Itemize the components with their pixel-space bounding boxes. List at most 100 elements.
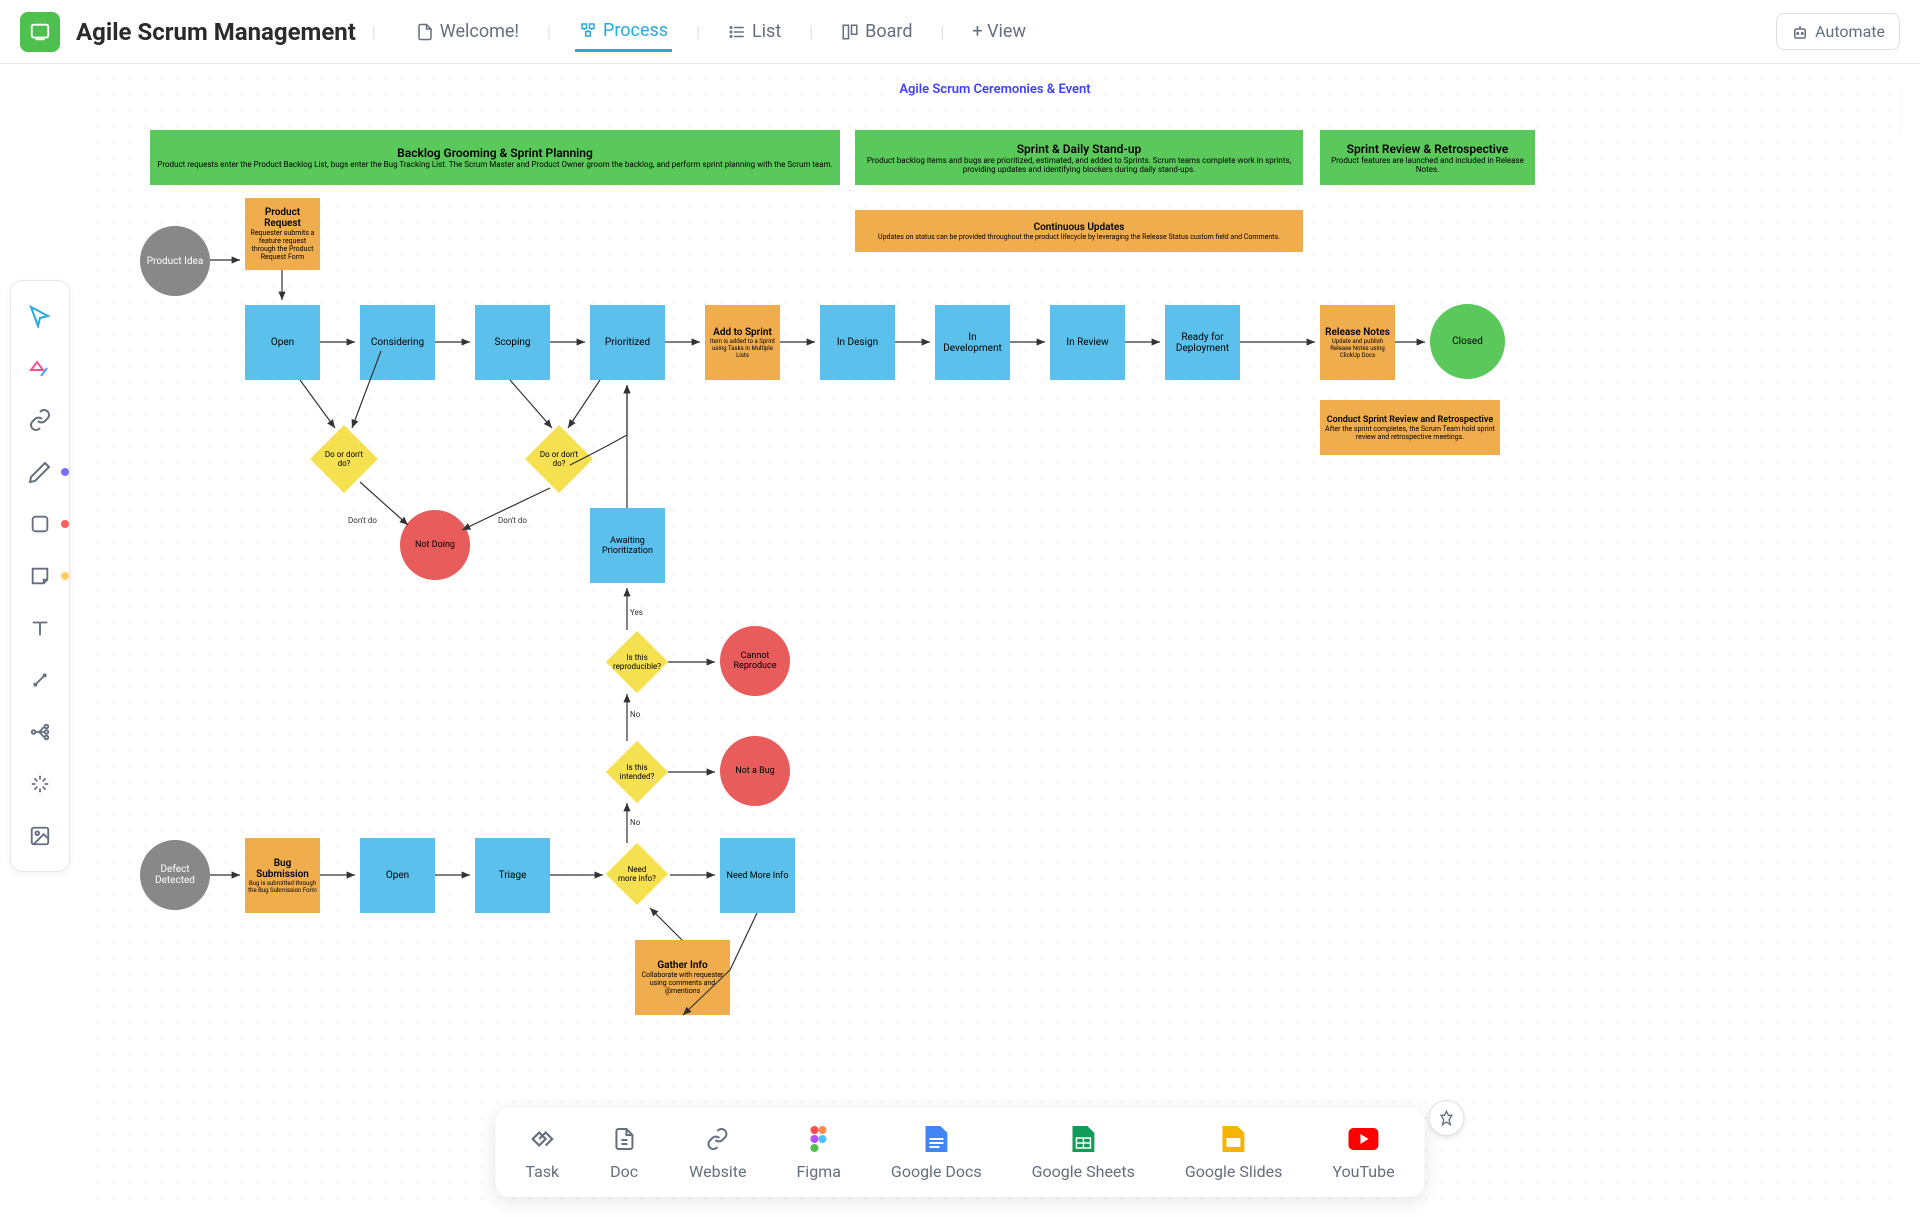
pin-button[interactable] [1429, 1100, 1465, 1136]
header-sprint-title: Sprint & Daily Stand-up [1017, 142, 1142, 156]
dock-doc[interactable]: Doc [609, 1124, 639, 1181]
section-retro-sub: After the sprint completes, the Scrum Te… [1323, 425, 1497, 441]
tab-welcome[interactable]: Welcome! [412, 13, 523, 50]
automate-button[interactable]: Automate [1776, 13, 1900, 50]
dock-doc-label: Doc [610, 1162, 638, 1181]
text-tool[interactable] [25, 613, 55, 643]
node-need-more[interactable]: Need More Info [720, 838, 795, 913]
dock-gslides-label: Google Slides [1185, 1162, 1283, 1181]
node-add-sprint[interactable]: Add to Sprint Item is added to a Sprint … [705, 305, 780, 380]
mindmap-tool[interactable] [25, 717, 55, 747]
dock-task[interactable]: Task [525, 1124, 559, 1181]
dock-gdocs[interactable]: Google Docs [891, 1124, 982, 1181]
node-ready-dep[interactable]: Ready for Deployment [1165, 305, 1240, 380]
tab-list[interactable]: List [724, 13, 785, 50]
section-updates[interactable]: Continuous Updates Updates on status can… [855, 210, 1303, 252]
sparkle-tool[interactable] [25, 769, 55, 799]
header-backlog[interactable]: Backlog Grooming & Sprint Planning Produ… [150, 130, 840, 185]
dock-figma[interactable]: Figma [796, 1124, 840, 1181]
node-in-dev[interactable]: In Development [935, 305, 1010, 380]
node-not-doing[interactable]: Not Doing [400, 510, 470, 580]
dock-youtube-label: YouTube [1332, 1162, 1394, 1181]
diamond-intended-label: Is this intended? [618, 763, 656, 781]
automate-label: Automate [1815, 22, 1885, 41]
node-product-request-title: Product Request [248, 207, 317, 229]
header-review[interactable]: Sprint Review & Retrospective Product fe… [1320, 130, 1535, 185]
tab-list-label: List [752, 21, 781, 42]
tab-welcome-label: Welcome! [440, 21, 519, 42]
node-defect[interactable]: Defect Detected [140, 840, 210, 910]
pen-tool[interactable] [25, 457, 55, 487]
tab-view-label: + View [972, 21, 1026, 42]
node-cannot-repro[interactable]: Cannot Reproduce [720, 626, 790, 696]
dock-website[interactable]: Website [689, 1124, 746, 1181]
nav-tabs: Welcome! | Process | List | Board | + Vi… [412, 12, 1030, 52]
tab-board[interactable]: Board [837, 13, 916, 50]
dock-gdocs-label: Google Docs [891, 1162, 982, 1181]
node-release-notes-title: Release Notes [1325, 327, 1390, 338]
link-tool[interactable] [25, 405, 55, 435]
bottom-dock: Task Doc Website Figma Google Docs Googl… [495, 1108, 1424, 1197]
node-prioritized[interactable]: Prioritized [590, 305, 665, 380]
label-no1: No [630, 710, 640, 719]
header-backlog-title: Backlog Grooming & Sprint Planning [397, 146, 593, 160]
dock-website-label: Website [689, 1162, 746, 1181]
sticky-tool[interactable] [25, 561, 55, 591]
header: Agile Scrum Management | Welcome! | Proc… [0, 0, 1920, 64]
node-gather-info-sub: Collaborate with requester using comment… [638, 971, 727, 995]
canvas-title: Agile Scrum Ceremonies & Event [899, 82, 1090, 97]
dock-gsheets[interactable]: Google Sheets [1032, 1124, 1135, 1181]
label-dontdo2: Don't do [498, 516, 527, 525]
header-backlog-sub: Product requests enter the Product Backl… [157, 160, 832, 169]
header-review-title: Sprint Review & Retrospective [1347, 142, 1509, 156]
node-gather-info-title: Gather Info [657, 960, 707, 971]
node-release-notes-sub: Update and publish Release Notes using C… [1323, 338, 1392, 359]
section-updates-title: Continuous Updates [1034, 222, 1125, 233]
node-scoping[interactable]: Scoping [475, 305, 550, 380]
node-considering[interactable]: Considering [360, 305, 435, 380]
header-sprint[interactable]: Sprint & Daily Stand-up Product backlog … [855, 130, 1303, 185]
node-triage[interactable]: Triage [475, 838, 550, 913]
header-sprint-sub: Product backlog items and bugs are prior… [858, 156, 1300, 174]
section-updates-sub: Updates on status can be provided throug… [878, 233, 1280, 241]
node-add-sprint-sub: Item is added to a Sprint using Tasks in… [708, 338, 777, 359]
dock-gsheets-label: Google Sheets [1032, 1162, 1135, 1181]
diamond-do2-label: Do or don't do? [538, 450, 580, 468]
node-gather-info[interactable]: Gather Info Collaborate with requester u… [635, 940, 730, 1015]
diamond-do1-label: Do or don't do? [323, 450, 365, 468]
label-yes1: Yes [630, 608, 643, 617]
label-no2: No [630, 818, 640, 827]
connector-tool[interactable] [25, 665, 55, 695]
dock-figma-label: Figma [796, 1162, 840, 1181]
node-bug-submission[interactable]: Bug Submission Bug is submitted through … [245, 838, 320, 913]
left-toolbar [10, 280, 70, 872]
app-title: Agile Scrum Management [76, 18, 356, 46]
node-bug-submission-title: Bug Submission [248, 858, 317, 880]
cursor-tool[interactable] [25, 301, 55, 331]
node-in-design[interactable]: In Design [820, 305, 895, 380]
rect-tool[interactable] [25, 509, 55, 539]
node-not-bug[interactable]: Not a Bug [720, 736, 790, 806]
node-open[interactable]: Open [245, 305, 320, 380]
section-retro[interactable]: Conduct Sprint Review and Retrospective … [1320, 400, 1500, 455]
section-retro-title: Conduct Sprint Review and Retrospective [1327, 415, 1493, 425]
shape-tool[interactable] [25, 353, 55, 383]
node-closed[interactable]: Closed [1430, 304, 1505, 379]
node-open2[interactable]: Open [360, 838, 435, 913]
node-add-sprint-title: Add to Sprint [713, 327, 772, 338]
node-awaiting[interactable]: Awaiting Prioritization [590, 508, 665, 583]
diamond-moreinfo-label: Need more info? [618, 865, 656, 883]
node-idea[interactable]: Product Idea [140, 226, 210, 296]
node-release-notes[interactable]: Release Notes Update and publish Release… [1320, 305, 1395, 380]
dock-gslides[interactable]: Google Slides [1185, 1124, 1283, 1181]
header-review-sub: Product features are launched and includ… [1323, 156, 1532, 174]
node-product-request-sub: Requester submits a feature request thro… [248, 229, 317, 261]
tab-view[interactable]: + View [968, 13, 1030, 50]
tab-process[interactable]: Process [575, 12, 672, 52]
node-in-review[interactable]: In Review [1050, 305, 1125, 380]
dock-youtube[interactable]: YouTube [1332, 1124, 1394, 1181]
tab-board-label: Board [865, 21, 912, 42]
node-product-request[interactable]: Product Request Requester submits a feat… [245, 198, 320, 270]
image-tool[interactable] [25, 821, 55, 851]
whiteboard-canvas[interactable]: Agile Scrum Ceremonies & Event Backlog G… [90, 70, 1900, 1207]
